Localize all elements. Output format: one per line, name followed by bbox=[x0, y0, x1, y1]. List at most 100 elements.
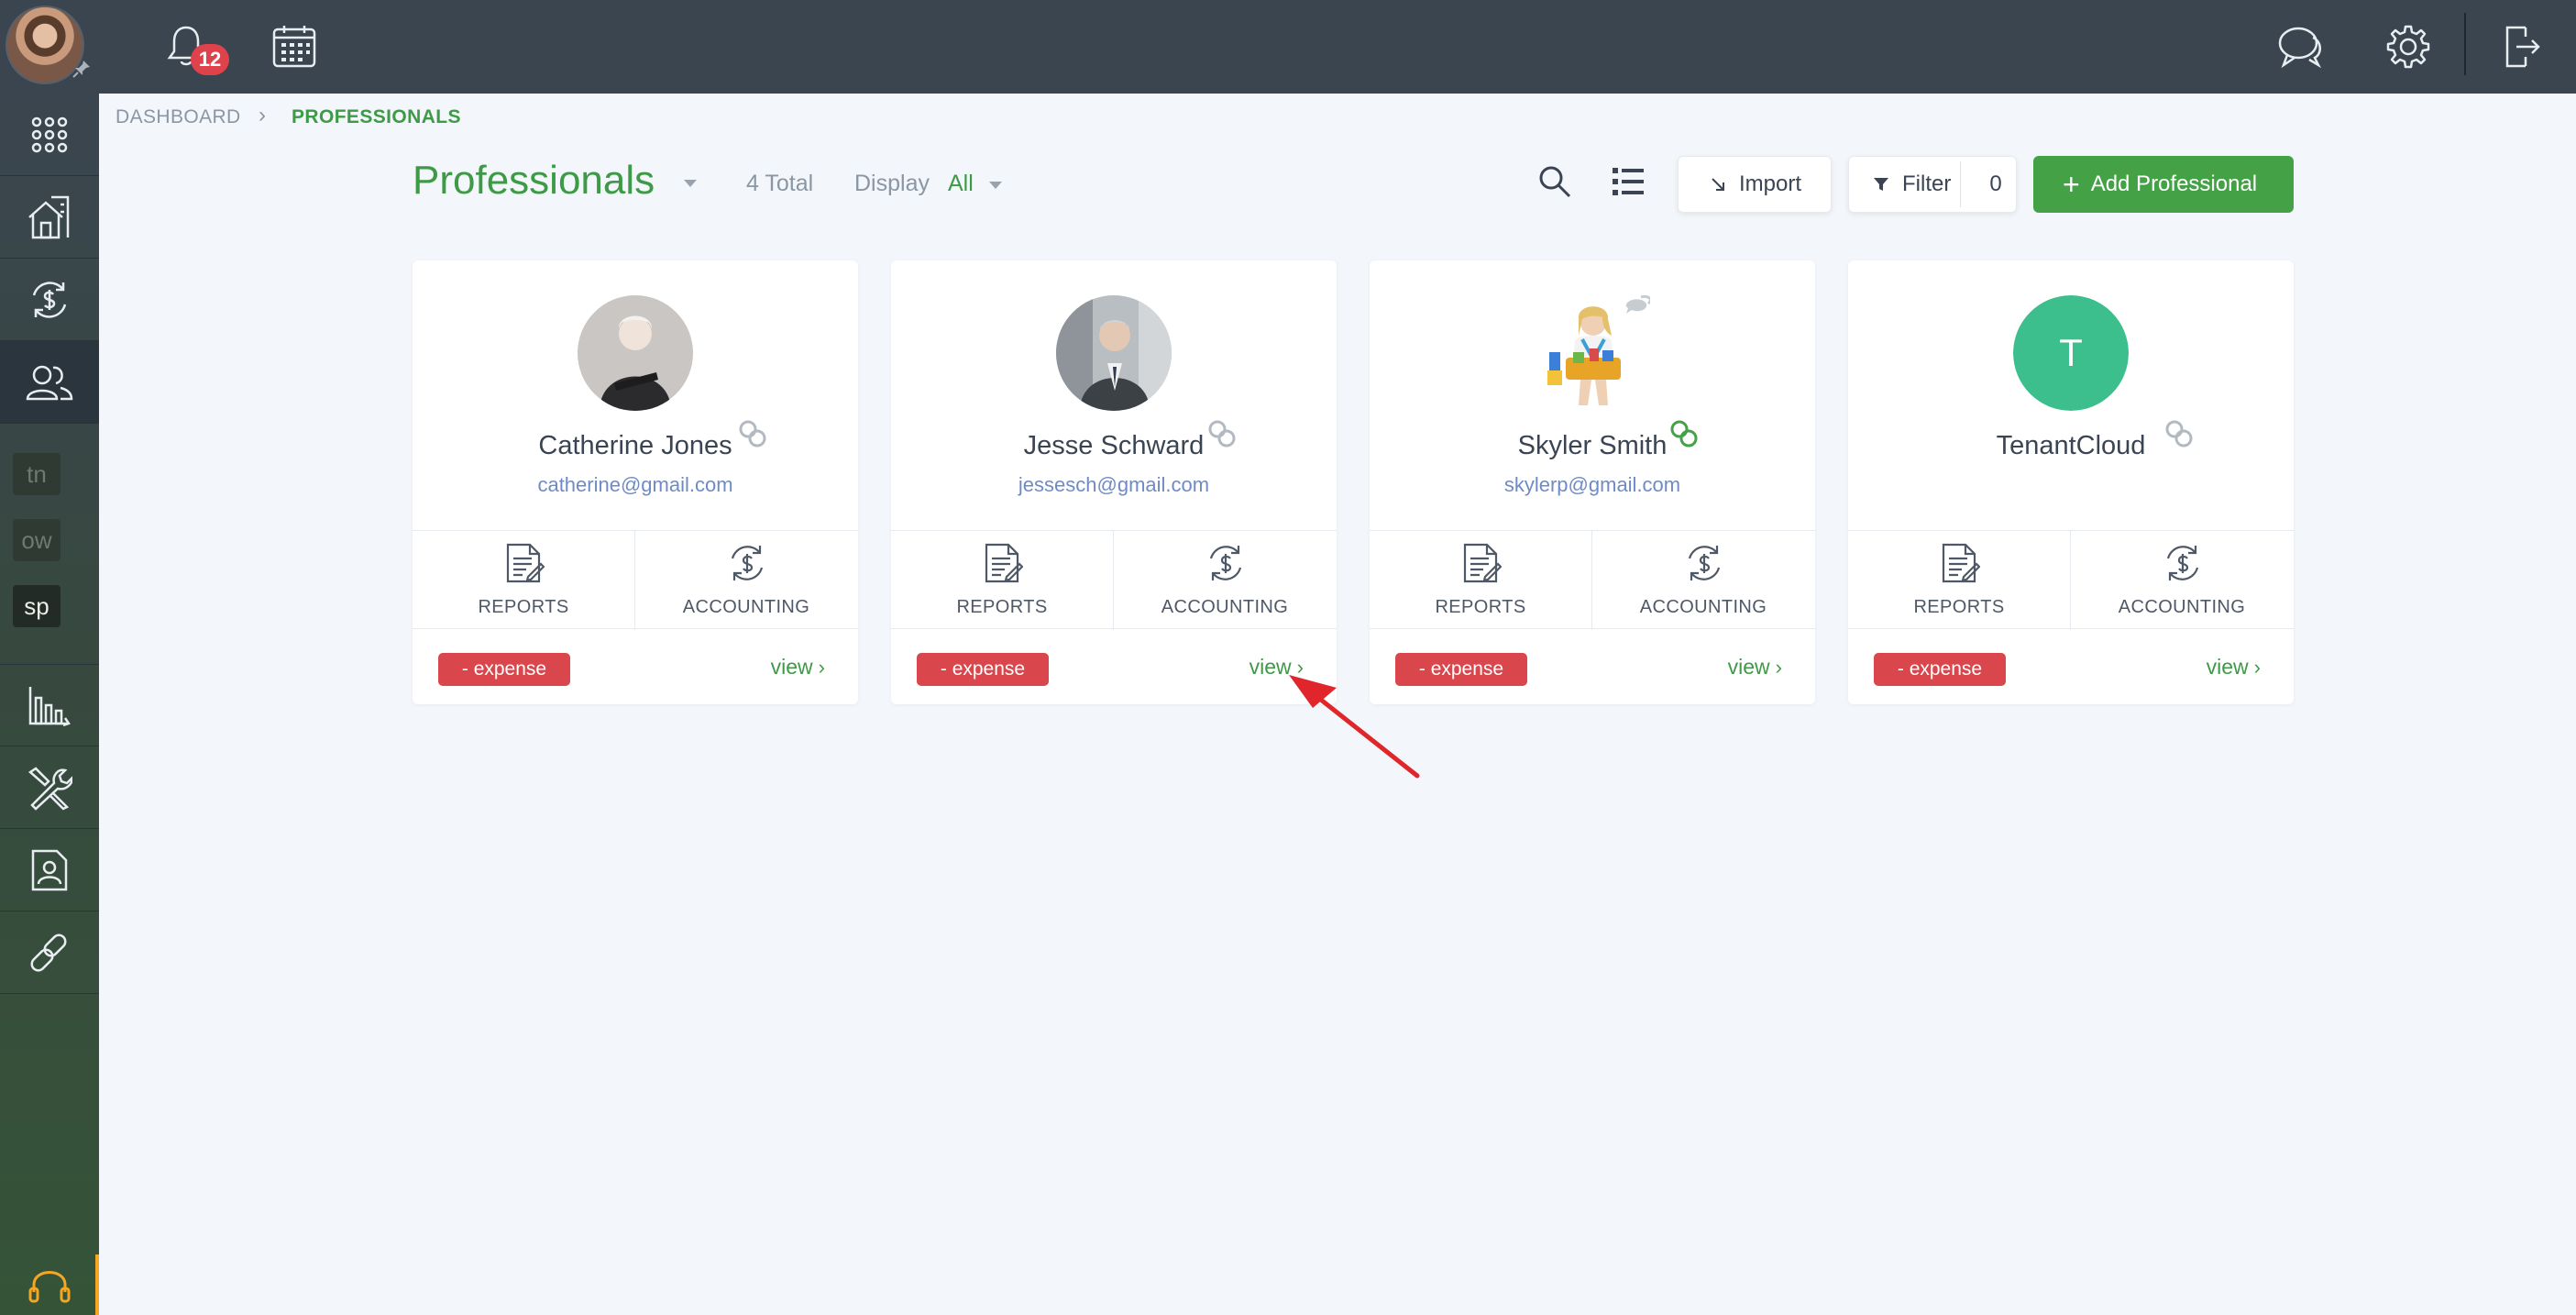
view-label: view bbox=[770, 655, 813, 679]
professional-card: Catherine Jones catherine@gmail.com REPO… bbox=[413, 260, 858, 704]
apps-grid-icon[interactable] bbox=[0, 94, 99, 176]
professional-email[interactable]: skylerp@gmail.com bbox=[1370, 473, 1815, 497]
import-label: Import bbox=[1739, 171, 1802, 196]
sidebar: tn ow sp bbox=[0, 94, 99, 1315]
gear-icon[interactable] bbox=[2380, 18, 2437, 75]
accounting-icon bbox=[2166, 546, 2199, 580]
professional-name[interactable]: Jesse Schward bbox=[891, 431, 1337, 461]
page-title[interactable]: Professionals bbox=[413, 158, 655, 204]
add-professional-button[interactable]: + Add Professional bbox=[2033, 156, 2294, 213]
list-view-icon[interactable] bbox=[1608, 161, 1648, 202]
properties-icon[interactable] bbox=[0, 176, 99, 259]
professional-card: T TenantCloud REPORTS ACCOUNTING - expen… bbox=[1848, 260, 2294, 704]
reports-label: REPORTS bbox=[1913, 597, 2005, 617]
expense-badge: - expense bbox=[917, 653, 1049, 686]
accounting-label: ACCOUNTING bbox=[1639, 597, 1767, 617]
applications-icon[interactable] bbox=[0, 829, 99, 912]
annotation-arrow-icon bbox=[1289, 675, 1420, 779]
breadcrumb-separator: › bbox=[259, 103, 267, 127]
accounting-icon bbox=[1688, 546, 1721, 580]
view-link[interactable]: view › bbox=[771, 655, 825, 680]
display-label: Display bbox=[854, 171, 930, 196]
professional-name[interactable]: TenantCloud bbox=[1848, 431, 2294, 461]
accounting-action[interactable]: ACCOUNTING bbox=[1592, 531, 1814, 630]
accounting-action[interactable]: ACCOUNTING bbox=[1114, 531, 1336, 630]
reports-icon[interactable] bbox=[0, 664, 99, 746]
reports-action[interactable]: REPORTS bbox=[1848, 531, 2070, 630]
professionals-icon[interactable] bbox=[0, 341, 99, 424]
professional-name[interactable]: Catherine Jones bbox=[413, 431, 858, 461]
filter-icon bbox=[1874, 178, 1888, 191]
add-professional-label: Add Professional bbox=[2090, 171, 2258, 196]
logout-icon[interactable] bbox=[2493, 18, 2550, 75]
card-actions: REPORTS ACCOUNTING bbox=[1370, 530, 1815, 630]
view-label: view bbox=[1727, 655, 1770, 679]
expense-badge: - expense bbox=[1874, 653, 2006, 686]
display-dropdown-caret[interactable] bbox=[989, 182, 1002, 189]
chat-icon[interactable] bbox=[2272, 18, 2328, 75]
top-bar: 12 bbox=[0, 0, 2576, 94]
accounting-action[interactable]: ACCOUNTING bbox=[2071, 531, 2293, 630]
headset-icon[interactable] bbox=[0, 1254, 99, 1315]
reports-label: REPORTS bbox=[478, 597, 569, 617]
link-status-icon bbox=[2165, 420, 2193, 448]
plus-icon: + bbox=[2063, 168, 2080, 201]
chevron-right-icon: › bbox=[818, 656, 825, 679]
link-status-icon bbox=[739, 420, 766, 448]
avatar[interactable] bbox=[1056, 295, 1172, 411]
import-arrow-icon bbox=[1712, 178, 1724, 191]
filter-divider bbox=[1960, 161, 1961, 207]
import-button[interactable]: Import bbox=[1678, 156, 1832, 213]
reports-label: REPORTS bbox=[1435, 597, 1526, 617]
accounting-label: ACCOUNTING bbox=[1161, 597, 1289, 617]
professional-card: Jesse Schward jessesch@gmail.com REPORTS… bbox=[891, 260, 1337, 704]
professional-email[interactable]: jessesch@gmail.com bbox=[891, 473, 1337, 497]
reports-action[interactable]: REPORTS bbox=[413, 531, 634, 630]
chevron-right-icon: › bbox=[1775, 656, 1782, 679]
reports-action[interactable]: REPORTS bbox=[1370, 531, 1591, 630]
total-count: 4 Total bbox=[746, 171, 814, 196]
accounting-action[interactable]: ACCOUNTING bbox=[635, 531, 857, 630]
account-chip-tn[interactable]: tn bbox=[13, 453, 61, 495]
avatar[interactable]: T bbox=[2013, 295, 2129, 411]
report-document-icon bbox=[1942, 543, 1980, 583]
links-icon[interactable] bbox=[0, 912, 99, 994]
report-document-icon bbox=[506, 543, 545, 583]
account-chip-sp[interactable]: sp bbox=[13, 585, 61, 627]
tools-icon[interactable] bbox=[0, 746, 99, 829]
avatar-initial: T bbox=[2013, 295, 2129, 411]
avatar[interactable] bbox=[578, 295, 693, 411]
professional-card: Skyler Smith skylerp@gmail.com REPORTS A… bbox=[1370, 260, 1815, 704]
pin-icon[interactable] bbox=[72, 59, 92, 79]
avatar[interactable] bbox=[1535, 294, 1652, 411]
calendar-icon[interactable] bbox=[266, 18, 323, 75]
accounting-icon bbox=[1209, 546, 1242, 580]
breadcrumb-dashboard[interactable]: DASHBOARD bbox=[116, 106, 241, 128]
account-chip-ow[interactable]: ow bbox=[13, 519, 61, 561]
search-icon[interactable] bbox=[1535, 161, 1575, 202]
filter-count: 0 bbox=[1989, 171, 2002, 196]
card-actions: REPORTS ACCOUNTING bbox=[891, 530, 1337, 630]
title-dropdown-caret[interactable] bbox=[684, 180, 697, 187]
professional-name[interactable]: Skyler Smith bbox=[1370, 431, 1815, 461]
view-link[interactable]: view › bbox=[2207, 655, 2261, 680]
accounting-label: ACCOUNTING bbox=[682, 597, 810, 617]
professional-email[interactable]: catherine@gmail.com bbox=[413, 473, 858, 497]
link-status-icon bbox=[1208, 420, 1236, 448]
support-accent-bar bbox=[95, 1254, 99, 1315]
view-link[interactable]: view › bbox=[1728, 655, 1782, 680]
payments-icon[interactable] bbox=[0, 259, 99, 341]
report-document-icon bbox=[1463, 543, 1502, 583]
card-actions: REPORTS ACCOUNTING bbox=[413, 530, 858, 630]
reports-action[interactable]: REPORTS bbox=[891, 531, 1113, 630]
report-document-icon bbox=[985, 543, 1023, 583]
card-actions: REPORTS ACCOUNTING bbox=[1848, 530, 2294, 630]
breadcrumb-current: PROFESSIONALS bbox=[292, 106, 461, 127]
top-divider bbox=[2464, 13, 2466, 75]
filter-button[interactable]: Filter 0 bbox=[1848, 156, 2017, 213]
expense-badge: - expense bbox=[438, 653, 570, 686]
accounting-icon bbox=[731, 546, 764, 580]
accounting-label: ACCOUNTING bbox=[2118, 597, 2246, 617]
display-select[interactable]: All bbox=[948, 171, 974, 197]
chevron-right-icon: › bbox=[2253, 656, 2261, 679]
